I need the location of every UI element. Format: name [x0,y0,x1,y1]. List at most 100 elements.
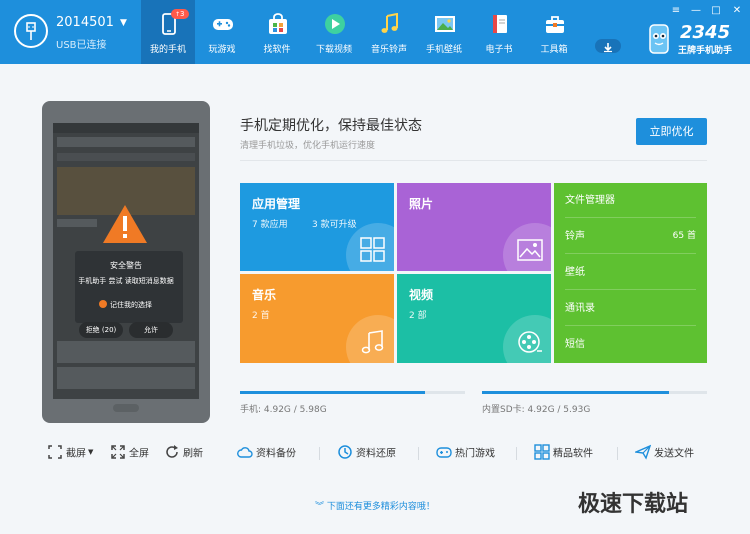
music-note-icon [361,330,384,354]
list-item-label: 通讯录 [565,303,595,314]
home-button [113,404,139,412]
nav-label: 音乐铃声 [370,45,407,55]
remember-checkbox[interactable]: 记住我的选择 [99,300,152,310]
list-item-label: 短信 [565,339,585,350]
close-icon[interactable]: ✕ [731,5,743,17]
phone-list-row [57,367,195,389]
tile-app-manager[interactable]: 应用管理 7 款应用 3 款可升级 [240,183,394,271]
deny-button[interactable]: 拒绝 (20) [79,322,123,338]
page-title: 手机定期优化，保持最佳状态 [240,118,422,134]
nav-label: 工具箱 [540,45,568,55]
backup-button[interactable]: 资料备份 [237,444,296,462]
gamepad-icon [436,447,452,458]
toolbar-separator [516,447,517,460]
installed-count: 7 款应用 [252,220,288,230]
phone-storage-fill [240,391,425,394]
nav-music[interactable]: 音乐铃声 [362,0,416,64]
film-reel-icon [518,331,542,353]
app-store-icon [269,13,287,34]
hot-games-button[interactable]: 热门游戏 [436,444,495,462]
notification-badge: ↑3 [171,9,189,19]
video-count: 2 部 [409,311,427,321]
tile-title: 音乐 [252,288,277,302]
toolbar-separator [617,447,618,460]
phone-status-bar [53,123,199,133]
toolbar-separator [418,447,419,460]
nav-my-phone[interactable]: ↑3 我的手机 [141,0,195,64]
toolbar-separator [319,447,320,460]
nav-label: 玩游戏 [208,45,236,55]
crop-icon [48,445,62,459]
phone-tab-row [57,153,195,161]
page-subtitle: 清理手机垃圾，优化手机运行速度 [240,141,376,151]
list-item-count: 65 首 [672,231,696,241]
gamepad-icon [213,19,233,30]
history-icon [338,445,352,459]
app-grid-icon [360,237,385,262]
cloud-icon [237,447,253,458]
brand-name: 王牌手机助手 [678,46,733,56]
optimize-button[interactable]: 立即优化 [636,118,707,145]
list-item-label: 壁纸 [565,267,585,278]
phone-storage-label: 手机: 4.92G / 5.98G [240,405,327,415]
fullscreen-button[interactable]: 全屏 [110,444,149,462]
list-item-wallpaper[interactable]: 壁纸 [565,255,696,290]
tile-video[interactable]: 视频 2 部 [397,274,551,363]
device-selector[interactable]: 2014501 USB已连接 ▼ [14,12,132,54]
minimize-icon[interactable]: — [690,5,702,17]
toolbox-icon [546,16,564,33]
tile-quick-list: 文件管理器 铃声 65 首 壁纸 通讯录 短信 [554,183,707,363]
nav-toolbox[interactable]: 工具箱 [527,0,581,64]
nav-ebook[interactable]: 电子书 [472,0,526,64]
download-manager-button[interactable] [595,39,621,53]
book-icon [493,15,507,33]
list-item-contacts[interactable]: 通讯录 [565,291,696,326]
phone-preview: 安全警告 手机助手 尝试 读取短消息数据 记住我的选择 拒绝 (20) 允许 [42,101,210,423]
music-count: 2 首 [252,311,270,321]
fullscreen-icon [111,445,125,459]
dialog-message: 手机助手 尝试 读取短消息数据 [78,277,174,285]
divider [240,160,707,161]
phone-list-row [57,341,195,363]
brand-logo: 2345 王牌手机助手 [640,22,744,58]
nav-software[interactable]: 找软件 [250,0,304,64]
connection-status: USB已连接 [56,40,107,51]
dialog-title: 安全警告 [110,261,142,270]
nav-wallpaper[interactable]: 手机壁纸 [417,0,471,64]
tile-photos[interactable]: 照片 [397,183,551,271]
refresh-button[interactable]: 刷新 [164,444,203,462]
picture-icon [435,16,455,32]
list-item-file-manager[interactable]: 文件管理器 [565,183,696,218]
play-icon [325,14,345,34]
upgradable-count: 3 款可升级 [312,220,357,230]
nav-label: 手机壁纸 [425,45,462,55]
nav-download-video[interactable]: 下载视频 [307,0,361,64]
list-item-label: 文件管理器 [565,195,615,206]
phone-search-bar [57,137,195,147]
restore-button[interactable]: 资料还原 [337,444,396,462]
phone-section-heading [57,219,97,227]
send-icon [635,444,651,460]
allow-button[interactable]: 允许 [129,322,173,338]
send-file-button[interactable]: 发送文件 [635,444,694,462]
check-icon [99,300,107,308]
screenshot-button[interactable]: 截屏 ▼ [47,444,93,462]
tile-music[interactable]: 音乐 2 首 [240,274,394,363]
image-icon [517,239,543,261]
nav-label: 电子书 [485,45,513,55]
phone-screen: 安全警告 手机助手 尝试 读取短消息数据 记住我的选择 拒绝 (20) 允许 [53,123,199,399]
maximize-icon[interactable]: □ [710,5,722,17]
list-item-sms[interactable]: 短信 [565,327,696,362]
nav-games[interactable]: 玩游戏 [195,0,249,64]
caret-down-icon[interactable]: ▼ [120,18,127,28]
nav-label: 下载视频 [315,45,352,55]
brand-number: 2345 [680,22,731,43]
featured-software-button[interactable]: 精品软件 [534,444,593,462]
warning-icon [103,205,147,243]
list-item-ringtones[interactable]: 铃声 65 首 [565,219,696,254]
menu-icon[interactable]: ≡ [670,5,682,17]
remember-label: 记住我的选择 [110,301,152,309]
sd-storage-bar [482,391,707,394]
sd-storage-fill [482,391,669,394]
nav-label: 我的手机 [149,45,186,55]
